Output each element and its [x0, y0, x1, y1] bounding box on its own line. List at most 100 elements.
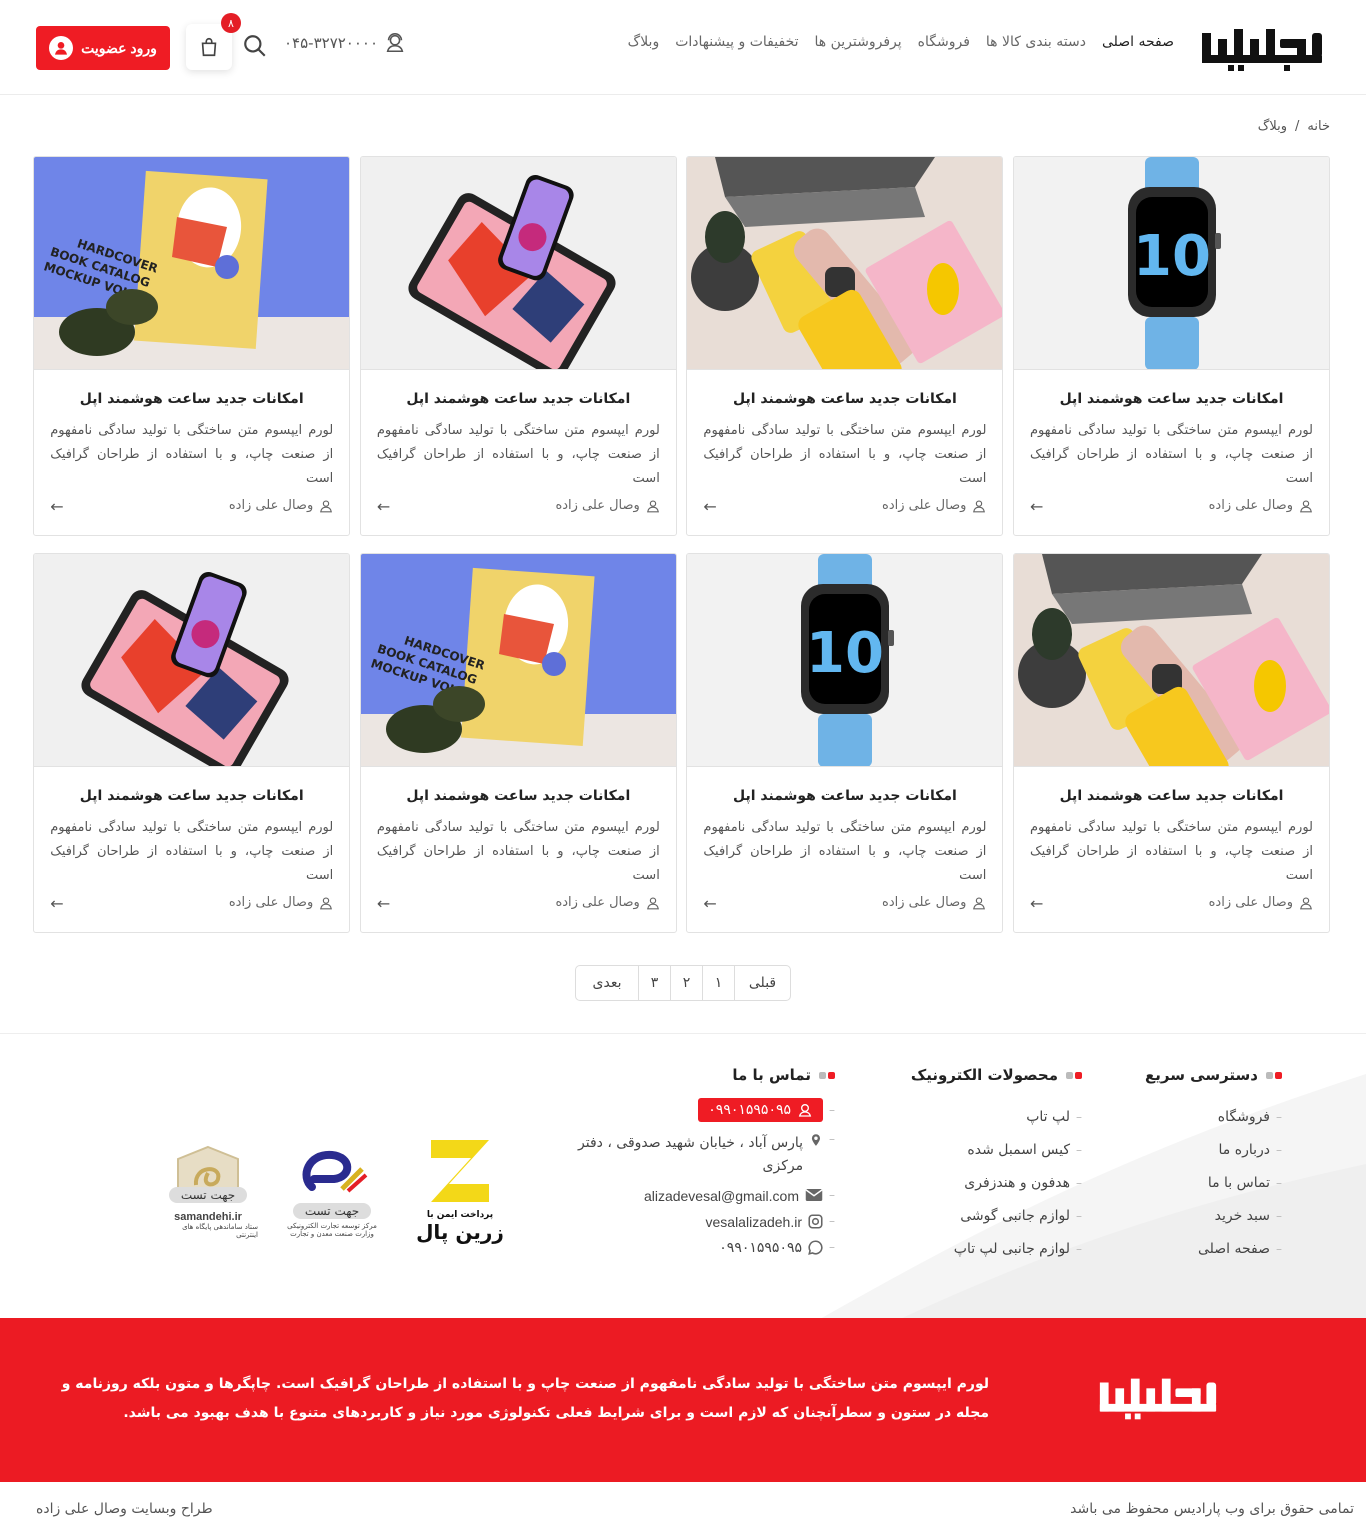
quick-link-contact[interactable]: تماس با ما [1145, 1166, 1282, 1199]
tablet-icon [360, 157, 676, 369]
envelope-icon [805, 1189, 823, 1201]
read-more-arrow-icon[interactable]: ← [1030, 497, 1043, 516]
post-title[interactable]: امکانات جدید ساعت هوشمند اپل [361, 788, 676, 804]
post-title[interactable]: امکانات جدید ساعت هوشمند اپل [1014, 788, 1329, 804]
read-more-arrow-icon[interactable]: ← [50, 497, 63, 516]
nav-blog[interactable]: وبلاگ [628, 34, 660, 50]
blog-post-card[interactable]: امکانات جدید ساعت هوشمند اپل لورم ایپسوم… [686, 156, 1004, 536]
blog-post-card[interactable]: 10 امکانات جدید ساعت هوشمند اپل لورم ایپ… [1013, 156, 1330, 536]
post-thumbnail[interactable]: HARDCOVER BOOK CATALOG MOCKUP VOL.2 [360, 554, 676, 767]
blog-post-card[interactable]: امکانات جدید ساعت هوشمند اپل لورم ایپسوم… [33, 553, 351, 933]
read-more-arrow-icon[interactable]: ← [377, 497, 390, 516]
user-avatar-icon [49, 36, 74, 60]
samandehi-badge[interactable]: جهت تست samandehi.ir ستاد ساماندهی پایگا… [158, 1132, 258, 1252]
contact-phone[interactable]: ۰۹۹۰۱۵۹۵۰۹۵ [698, 1098, 823, 1122]
svg-text:10: 10 [806, 621, 884, 686]
quick-link-shop[interactable]: فروشگاه [1145, 1100, 1282, 1133]
post-excerpt: لورم ایپسوم متن ساختگی با تولید سادگی نا… [50, 820, 334, 883]
designer-credit[interactable]: طراح وبسایت وصال علی زاده [36, 1501, 213, 1517]
nav-shop[interactable]: فروشگاه [918, 34, 970, 50]
read-more-arrow-icon[interactable]: ← [703, 497, 716, 516]
read-more-arrow-icon[interactable]: ← [703, 894, 716, 913]
blog-post-card[interactable]: HARDCOVER BOOK CATALOG MOCKUP VOL.2 امکا… [359, 553, 677, 933]
post-excerpt: لورم ایپسوم متن ساختگی با تولید سادگی نا… [703, 423, 987, 486]
product-link-headphones[interactable]: هدفون و هندزفری [911, 1166, 1082, 1199]
user-icon [646, 896, 659, 909]
contact-whatsapp[interactable]: – ۰۹۹۰۱۵۹۵۰۹۵ [535, 1240, 835, 1256]
read-more-arrow-icon[interactable]: ← [50, 894, 63, 913]
post-excerpt: لورم ایپسوم متن ساختگی با تولید سادگی نا… [50, 423, 334, 486]
nav-categories[interactable]: دسته بندی کالا ها [986, 34, 1086, 50]
product-link-laptop[interactable]: لپ تاپ [911, 1100, 1082, 1133]
post-thumbnail[interactable] [34, 554, 350, 767]
cart-count-badge: ۸ [221, 13, 241, 33]
copyright-text: تمامی حقوق برای وب پارادیس محفوظ می باشد [1070, 1501, 1354, 1517]
pagination-page-3[interactable]: ۳ [638, 966, 670, 1000]
post-author: وصال علی زاده [555, 498, 659, 513]
breadcrumb-home[interactable]: خانه [1307, 119, 1330, 134]
footer-contact: تماس با ما – ۰۹۹۰۱۵۹۵۰۹۵ – پارس آباد ، خ… [535, 1066, 835, 1256]
post-thumbnail[interactable] [687, 157, 1003, 370]
blog-post-card[interactable]: امکانات جدید ساعت هوشمند اپل لورم ایپسوم… [359, 156, 677, 536]
read-more-arrow-icon[interactable]: ← [377, 894, 390, 913]
quick-link-cart[interactable]: سبد خرید [1145, 1199, 1282, 1232]
footer-logo[interactable] [1096, 1370, 1220, 1430]
post-title[interactable]: امکانات جدید ساعت هوشمند اپل [34, 788, 349, 804]
post-thumbnail[interactable]: 10 [1014, 157, 1329, 370]
post-author-name: وصال علی زاده [555, 895, 640, 910]
login-register-button[interactable]: ورود عضویت [36, 26, 170, 70]
blog-post-card[interactable]: HARDCOVER BOOK CATALOG MOCKUP VOL.2 امکا… [33, 156, 351, 536]
book-icon: HARDCOVER BOOK CATALOG MOCKUP VOL.2 [360, 554, 676, 766]
post-excerpt: لورم ایپسوم متن ساختگی با تولید سادگی نا… [1030, 423, 1313, 486]
nav-bestsellers[interactable]: پرفروشترین ها [815, 34, 902, 50]
zarinpal-badge[interactable]: پرداخت ایمن با زرین پال [410, 1130, 510, 1250]
site-logo[interactable] [1198, 25, 1326, 73]
quick-link-home[interactable]: صفحه اصلی [1145, 1232, 1282, 1265]
post-title[interactable]: امکانات جدید ساعت هوشمند اپل [687, 788, 1002, 804]
quick-link-about[interactable]: درباره ما [1145, 1133, 1282, 1166]
post-title[interactable]: امکانات جدید ساعت هوشمند اپل [687, 391, 1002, 407]
pagination-page-1[interactable]: ۱ [702, 966, 734, 1000]
contact-title: تماس با ما [732, 1066, 811, 1084]
post-author-name: وصال علی زاده [1208, 895, 1293, 910]
electronics-title: محصولات الکترونیک [910, 1066, 1058, 1084]
footer-electronics: محصولات الکترونیک لپ تاپ کیس اسمبل شده ه… [911, 1066, 1082, 1265]
pagination-page-2[interactable]: ۲ [670, 966, 702, 1000]
header-phone-number: ۰۴۵-۳۲۷۲۰۰۰۰ [284, 34, 379, 52]
watch-icon: 10 [1014, 157, 1329, 369]
post-thumbnail[interactable]: 10 [687, 554, 1003, 767]
contact-address: – پارس آباد ، خیابان شهید صدوقی ، دفتر م… [578, 1132, 835, 1174]
product-link-phone-accessories[interactable]: لوازم جانبی گوشی [911, 1199, 1082, 1232]
read-more-arrow-icon[interactable]: ← [1030, 894, 1043, 913]
user-icon [973, 896, 986, 909]
pagination: قبلی ۱ ۲ ۳ بعدی [575, 965, 791, 1001]
enamad-badge[interactable]: جهت تست مرکز توسعه تجارت الکترونیکی وزار… [282, 1132, 382, 1252]
post-author: وصال علی زاده [882, 498, 986, 513]
blog-post-card[interactable]: امکانات جدید ساعت هوشمند اپل لورم ایپسوم… [1013, 553, 1330, 933]
nav-offers[interactable]: تخفیفات و پیشنهادات [675, 34, 798, 50]
main-nav: صفحه اصلی دسته بندی کالا ها فروشگاه پرفر… [628, 34, 1174, 50]
product-link-case[interactable]: کیس اسمبل شده [911, 1133, 1082, 1166]
user-icon [973, 499, 986, 512]
contact-instagram[interactable]: – vesalalizadeh.ir [535, 1214, 836, 1230]
header-phone[interactable]: ۰۴۵-۳۲۷۲۰۰۰۰ [284, 32, 406, 54]
post-thumbnail[interactable] [360, 157, 676, 370]
post-title[interactable]: امکانات جدید ساعت هوشمند اپل [1014, 391, 1329, 407]
post-excerpt: لورم ایپسوم متن ساختگی با تولید سادگی نا… [376, 820, 660, 883]
search-icon [244, 35, 266, 57]
post-author: وصال علی زاده [229, 498, 333, 513]
contact-email[interactable]: – alizadevesal@gmail.com [535, 1188, 835, 1204]
pagination-next[interactable]: بعدی [576, 966, 638, 1000]
user-icon [1300, 896, 1312, 909]
nav-home[interactable]: صفحه اصلی [1102, 34, 1174, 50]
post-title[interactable]: امکانات جدید ساعت هوشمند اپل [34, 391, 349, 407]
post-title[interactable]: امکانات جدید ساعت هوشمند اپل [361, 391, 676, 407]
post-thumbnail[interactable] [1014, 554, 1329, 767]
post-thumbnail[interactable]: HARDCOVER BOOK CATALOG MOCKUP VOL.2 [34, 157, 350, 370]
product-link-laptop-accessories[interactable]: لوازم جانبی لپ تاپ [911, 1232, 1082, 1265]
watch-icon: 10 [687, 554, 1003, 766]
pagination-prev[interactable]: قبلی [734, 966, 790, 1000]
search-button[interactable] [242, 33, 268, 59]
site-header: صفحه اصلی دسته بندی کالا ها فروشگاه پرفر… [0, 0, 1366, 95]
blog-post-card[interactable]: 10 امکانات جدید ساعت هوشمند اپل لورم ایپ… [686, 553, 1004, 933]
